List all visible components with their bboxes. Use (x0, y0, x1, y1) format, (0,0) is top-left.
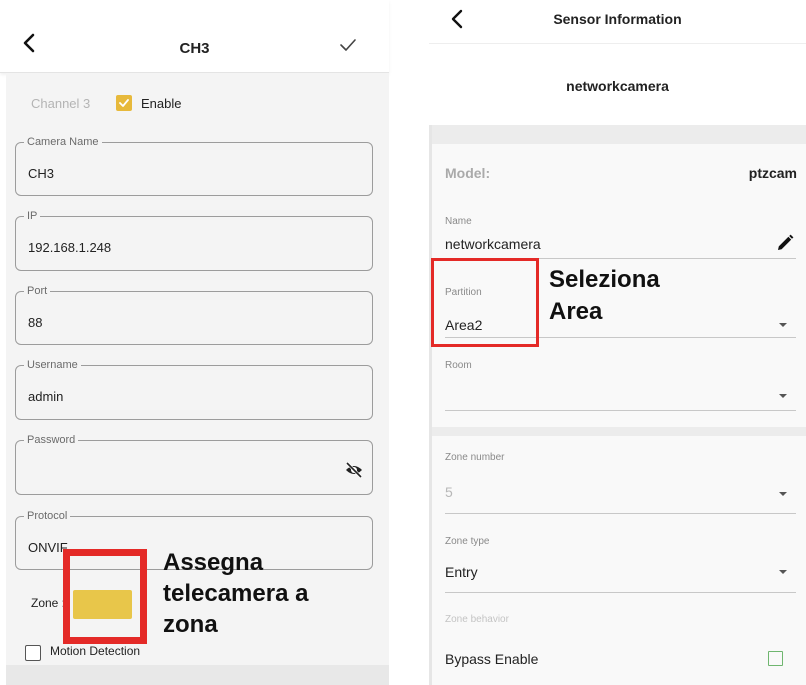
zone-behavior-label: Zone behavior (445, 614, 509, 625)
annotation-line: Assegna (163, 549, 264, 576)
ip-label: IP (27, 210, 38, 222)
username-label: Username (27, 359, 78, 371)
port-field[interactable]: Port 88 (15, 285, 373, 345)
annotation-line: Area (549, 298, 603, 325)
bypass-enable-checkbox[interactable] (768, 651, 783, 666)
password-field[interactable]: Password (15, 434, 373, 495)
device-name: networkcamera (566, 78, 669, 94)
bottom-strip (6, 665, 389, 685)
sensor-info-panel: Sensor Information networkcamera Model: … (429, 0, 806, 685)
annotation-assign-zone: Assegna telecamera a zona (163, 547, 378, 640)
model-value: ptzcam (748, 165, 797, 181)
bypass-enable-label: Bypass Enable (445, 651, 539, 667)
zone-type-underline (445, 592, 796, 593)
zone-number-underline (445, 513, 796, 514)
camera-name-value: CH3 (28, 166, 55, 181)
caret-down-icon[interactable] (779, 323, 787, 327)
annotation-select-area: Seleziona Area (549, 264, 660, 328)
room-label: Room (445, 360, 472, 371)
port-label: Port (27, 285, 48, 297)
motion-detection-label: Motion Detection (50, 644, 141, 658)
caret-down-icon[interactable] (779, 492, 787, 496)
highlight-box-zone (63, 549, 147, 644)
enable-checkbox[interactable] (116, 95, 132, 111)
room-underline (445, 410, 796, 411)
camera-name-label: Camera Name (27, 136, 99, 148)
protocol-label: Protocol (27, 510, 68, 522)
page-title: CH3 (179, 40, 210, 57)
ip-field[interactable]: IP 192.168.1.248 (15, 210, 373, 271)
name-value[interactable]: networkcamera (445, 236, 541, 252)
camera-name-field[interactable]: Camera Name CH3 (15, 136, 373, 196)
zone-type-label: Zone type (445, 536, 490, 547)
zone-type-value[interactable]: Entry (445, 564, 478, 580)
check-icon[interactable] (338, 35, 358, 55)
pencil-icon[interactable] (775, 233, 795, 253)
zone-number-label: Zone number (445, 452, 505, 463)
name-label: Name (445, 216, 472, 227)
channel-label: Channel 3 (31, 96, 91, 111)
left-edge (429, 125, 432, 685)
model-label: Model: (445, 165, 491, 181)
section-gap (429, 427, 806, 436)
zone-number-value[interactable]: 5 (445, 484, 453, 500)
enable-label: Enable (141, 96, 182, 111)
ip-value: 192.168.1.248 (28, 240, 112, 255)
motion-detection-checkbox[interactable] (25, 645, 41, 661)
eye-off-icon[interactable] (344, 460, 364, 480)
checkmark-icon (119, 99, 129, 107)
section-gap (429, 125, 806, 144)
left-header: CH3 (0, 0, 389, 73)
camera-settings-panel: CH3 Channel 3 Enable Camera Name CH3 IP … (0, 0, 389, 685)
port-value: 88 (28, 315, 43, 330)
username-value: admin (28, 389, 64, 404)
annotation-line: zona (163, 611, 218, 638)
username-field[interactable]: Username admin (15, 359, 373, 420)
annotation-line: telecamera a (163, 580, 309, 607)
annotation-line: Seleziona (549, 266, 660, 293)
zone-label: Zone : (31, 596, 66, 610)
zone-settings-card (429, 436, 806, 685)
highlight-box-partition (431, 258, 539, 347)
password-label: Password (27, 434, 76, 446)
divider (429, 43, 806, 44)
caret-down-icon[interactable] (779, 570, 787, 574)
caret-down-icon[interactable] (779, 394, 787, 398)
protocol-value: ONVIF (28, 540, 68, 555)
page-title: Sensor Information (553, 11, 682, 27)
